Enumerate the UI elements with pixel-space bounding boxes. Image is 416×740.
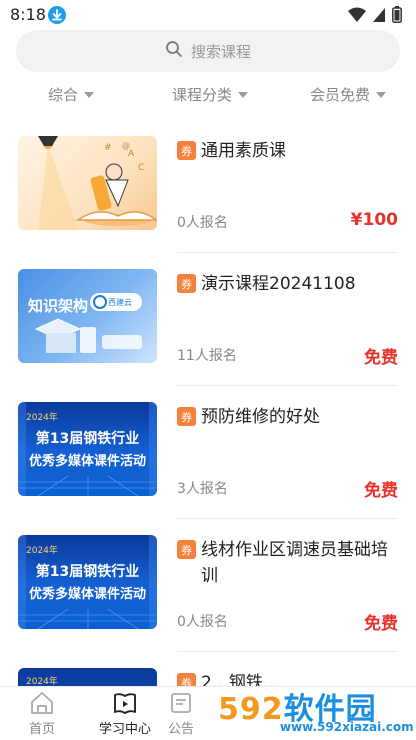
svg-text:@: @: [122, 141, 130, 150]
download-icon: [48, 6, 66, 24]
course-item[interactable]: 2024年 第13届钢铁行业 优秀多媒体课件活动 券 预防维修的好处 3人报名 …: [0, 402, 416, 535]
thumbnail-heading: 知识架构: [28, 297, 89, 315]
filter-category[interactable]: 课程分类: [172, 84, 249, 105]
course-item[interactable]: 2024年 第13届钢铁行业 优秀多媒体课件活动 券 线材作业区调速员基础培训 …: [0, 535, 416, 668]
search-icon: [165, 40, 183, 62]
caret-down-icon: [376, 91, 387, 98]
nav-home[interactable]: 首页: [2, 691, 82, 737]
coupon-badge: 券: [177, 407, 196, 426]
thumbnail-line1: 第13届钢铁行业: [35, 431, 140, 447]
thumbnail-logo-text: 西建云: [108, 298, 132, 307]
caret-down-icon: [84, 91, 95, 98]
course-title: 演示课程20241108: [201, 274, 356, 294]
thumbnail-year: 2024年: [26, 413, 58, 423]
search-placeholder: 搜索课程: [190, 42, 251, 61]
course-title: 预防维修的好处: [201, 407, 320, 427]
thumbnail-line1: 第13届钢铁行业: [35, 564, 140, 580]
thumbnail-year: 2024年: [26, 677, 58, 686]
divider: [177, 252, 398, 253]
svg-text:C: C: [138, 163, 144, 173]
filter-label: 会员免费: [310, 86, 371, 104]
coupon-badge: 券: [177, 274, 196, 293]
divider: [177, 651, 398, 652]
nav-learning-center[interactable]: 学习中心: [85, 691, 165, 737]
course-thumbnail: 2024年 第13届钢铁行业 优秀多媒体课件活动: [18, 535, 157, 629]
course-title: 线材作业区调速员基础培训: [201, 540, 388, 586]
thumbnail-line2: 优秀多媒体课件活动: [28, 454, 146, 469]
search-input[interactable]: 搜索课程: [16, 30, 400, 72]
course-price: 免费: [364, 348, 398, 368]
course-price: 免费: [364, 614, 398, 634]
course-thumbnail: # A C @: [18, 136, 157, 230]
watermark: 592软件园 www.592xiazai.com: [210, 682, 416, 740]
nav-announcement[interactable]: 公告: [156, 691, 206, 737]
course-price: ¥100: [350, 210, 398, 230]
enroll-count: 0人报名: [177, 614, 228, 630]
caret-down-icon: [238, 91, 249, 98]
course-thumbnail: 知识架构 西建云: [18, 269, 157, 363]
filter-comprehensive[interactable]: 综合: [48, 84, 95, 105]
course-thumbnail: 2024年: [18, 668, 157, 686]
course-title: 通用素质课: [201, 141, 286, 161]
svg-text:#: #: [104, 143, 112, 153]
filter-member-free[interactable]: 会员免费: [310, 84, 387, 105]
nav-label: 首页: [28, 722, 55, 737]
learning-book-icon: [112, 691, 138, 715]
coupon-badge: 券: [177, 540, 196, 559]
home-icon: [29, 691, 55, 715]
nav-label: 学习中心: [98, 722, 151, 737]
coupon-badge: 券: [177, 673, 196, 686]
status-time: 8:18: [10, 5, 46, 24]
filter-label: 课程分类: [172, 86, 233, 104]
thumbnail-year: 2024年: [26, 546, 58, 556]
svg-text:A: A: [128, 149, 135, 159]
enroll-count: 0人报名: [177, 215, 228, 231]
thumbnail-line2: 优秀多媒体课件活动: [28, 587, 146, 602]
enroll-count: 11人报名: [177, 348, 237, 364]
signal-icon: [372, 7, 386, 27]
coupon-badge: 券: [177, 141, 196, 160]
course-item[interactable]: 知识架构 西建云 券 演示课程20241108 11人报名 免费: [0, 269, 416, 402]
divider: [177, 385, 398, 386]
status-bar: 8:18: [0, 0, 416, 30]
course-price: 免费: [364, 481, 398, 501]
wifi-icon: [348, 7, 366, 27]
filter-label: 综合: [48, 86, 79, 104]
divider: [177, 518, 398, 519]
nav-label: 公告: [167, 722, 194, 737]
announcement-icon: [168, 691, 194, 715]
watermark-url: www.592xiazai.com: [280, 720, 414, 734]
filter-bar: 综合 课程分类 会员免费: [0, 84, 416, 112]
enroll-count: 3人报名: [177, 481, 228, 497]
course-thumbnail: 2024年 第13届钢铁行业 优秀多媒体课件活动: [18, 402, 157, 496]
course-item[interactable]: # A C @ 券 通用素质课 0人报名 ¥100: [0, 136, 416, 269]
battery-icon: [392, 6, 402, 27]
